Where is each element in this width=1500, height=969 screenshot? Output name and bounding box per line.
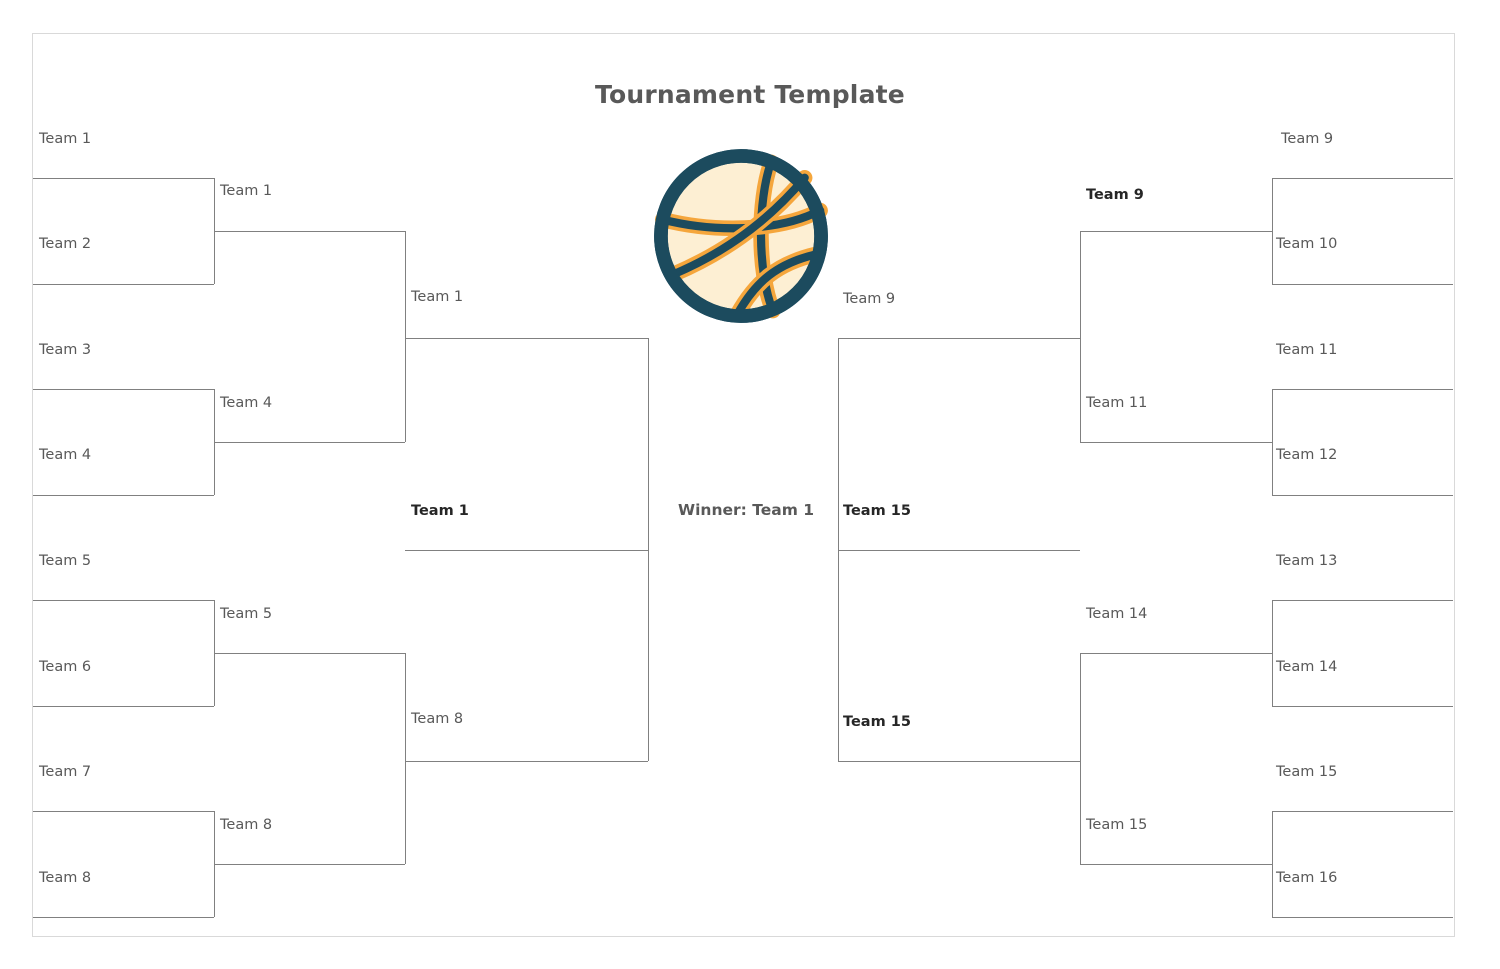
right-r1-team-13: Team 13 — [1276, 553, 1338, 569]
right-r4-team-15: Team 15 — [843, 503, 911, 519]
left-r3-team-2: Team 8 — [411, 711, 464, 727]
left-r2-team-2: Team 4 — [220, 395, 273, 411]
left-r1-team-3: Team 3 — [39, 342, 92, 358]
left-r1-line-1 — [33, 178, 214, 179]
right-r2-team-11: Team 11 — [1086, 395, 1148, 411]
basketball-icon — [650, 145, 832, 327]
right-r1-connector-3 — [1272, 600, 1273, 706]
right-r1-team-16: Team 16 — [1276, 870, 1338, 886]
right-r1-line-7 — [1272, 811, 1453, 812]
right-r2-line-4 — [1080, 864, 1272, 865]
right-r1-line-5 — [1272, 600, 1453, 601]
right-r1-connector-4 — [1272, 811, 1273, 917]
right-r1-team-15: Team 15 — [1276, 764, 1338, 780]
right-r2-team-9: Team 9 — [1086, 187, 1144, 203]
winner-label: Winner: Team 1 — [678, 501, 815, 519]
right-r3-team-15: Team 15 — [843, 714, 911, 730]
left-r1-team-1: Team 1 — [39, 131, 92, 147]
left-r4-line-1 — [405, 550, 648, 551]
left-r3-line-1 — [405, 338, 648, 339]
left-r2-connector-1 — [405, 231, 406, 442]
right-r2-line-1 — [1080, 231, 1272, 232]
right-r2-team-15: Team 15 — [1086, 817, 1148, 833]
left-r2-team-4: Team 8 — [220, 817, 273, 833]
left-r2-team-1: Team 1 — [220, 183, 273, 199]
left-r1-team-2: Team 2 — [39, 236, 92, 252]
right-r1-line-2 — [1272, 284, 1453, 285]
left-r3-connector-1 — [648, 338, 649, 761]
left-r1-line-8 — [33, 917, 214, 918]
left-r2-line-4 — [214, 864, 405, 865]
left-r2-team-3: Team 5 — [220, 606, 273, 622]
right-r1-team-12: Team 12 — [1276, 447, 1338, 463]
left-r1-line-7 — [33, 811, 214, 812]
left-r3-team-1: Team 1 — [411, 289, 464, 305]
left-r1-team-5: Team 5 — [39, 553, 92, 569]
left-r1-line-5 — [33, 600, 214, 601]
left-r1-team-6: Team 6 — [39, 659, 92, 675]
right-r1-line-6 — [1272, 706, 1453, 707]
left-r1-line-4 — [33, 495, 214, 496]
right-r3-line-1 — [838, 338, 1080, 339]
left-r1-team-7: Team 7 — [39, 764, 92, 780]
left-r1-line-6 — [33, 706, 214, 707]
right-r1-line-1 — [1272, 178, 1453, 179]
tournament-bracket-page: Tournament Template Team 1 Team 2 Team 3… — [0, 0, 1500, 969]
left-r4-team-1: Team 1 — [411, 503, 469, 519]
right-r2-connector-2 — [1080, 653, 1081, 864]
right-r1-line-8 — [1272, 917, 1453, 918]
right-r3-team-9: Team 9 — [843, 291, 896, 307]
right-r1-team-11: Team 11 — [1276, 342, 1338, 358]
right-r4-line-1 — [838, 550, 1080, 551]
right-r1-line-3 — [1272, 389, 1453, 390]
right-r1-team-9: Team 9 — [1281, 131, 1334, 147]
right-r1-team-10: Team 10 — [1276, 236, 1338, 252]
right-r2-connector-1 — [1080, 231, 1081, 442]
right-r1-connector-2 — [1272, 389, 1273, 495]
left-r1-line-3 — [33, 389, 214, 390]
left-r2-line-3 — [214, 653, 405, 654]
right-r1-team-14: Team 14 — [1276, 659, 1338, 675]
page-title: Tournament Template — [595, 80, 905, 109]
left-r3-line-2 — [405, 761, 648, 762]
right-r2-line-3 — [1080, 653, 1272, 654]
right-r1-line-4 — [1272, 495, 1453, 496]
right-r3-line-2 — [838, 761, 1080, 762]
left-r2-connector-2 — [405, 653, 406, 864]
left-r1-team-4: Team 4 — [39, 447, 92, 463]
left-r2-line-1 — [214, 231, 405, 232]
right-r2-team-14: Team 14 — [1086, 606, 1148, 622]
right-r2-line-2 — [1080, 442, 1272, 443]
left-r1-line-2 — [33, 284, 214, 285]
left-r1-team-8: Team 8 — [39, 870, 92, 886]
right-r1-connector-1 — [1272, 178, 1273, 284]
left-r2-line-2 — [214, 442, 405, 443]
